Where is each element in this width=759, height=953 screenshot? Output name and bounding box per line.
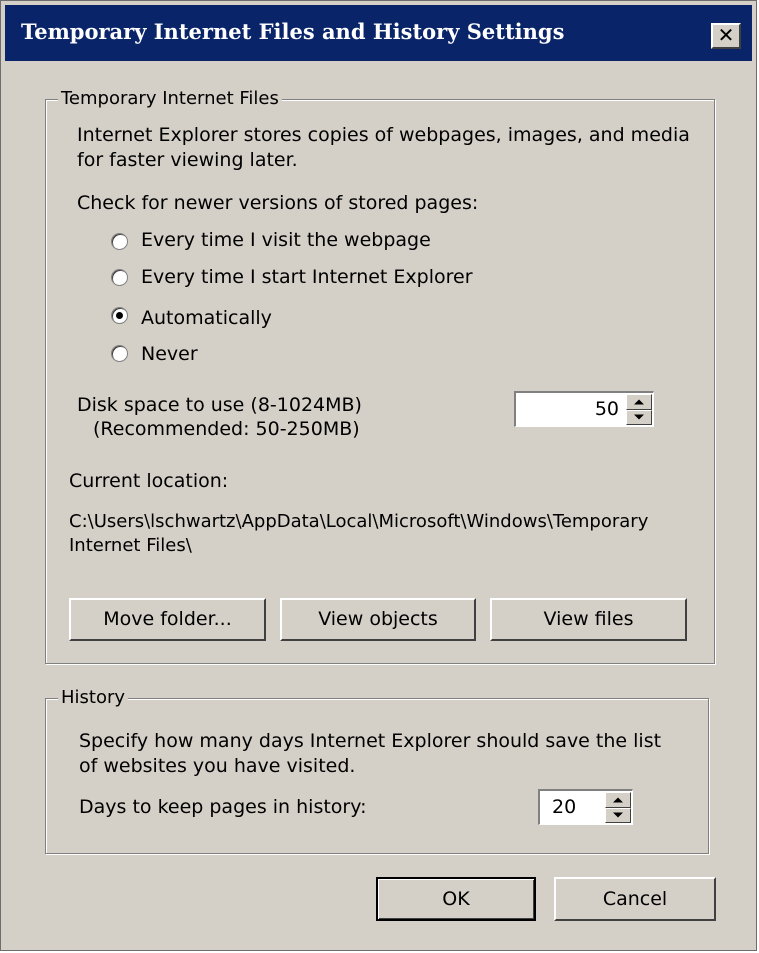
disk-space-recommended-label: (Recommended: 50-250MB) bbox=[93, 418, 360, 440]
days-to-keep-value[interactable]: 20 bbox=[552, 793, 576, 821]
radio-button-selected[interactable] bbox=[111, 307, 128, 324]
group-legend-history: History bbox=[58, 687, 129, 709]
history-description-line1: Specify how many days Internet Explorer … bbox=[79, 730, 662, 752]
disk-space-value[interactable]: 50 bbox=[595, 395, 619, 423]
radio-label[interactable]: Automatically bbox=[141, 306, 272, 331]
days-to-keep-label: Days to keep pages in history: bbox=[79, 796, 367, 818]
radio-label[interactable]: Never bbox=[141, 342, 198, 367]
radio-button[interactable] bbox=[111, 345, 128, 362]
radio-label[interactable]: Every time I visit the webpage bbox=[141, 228, 431, 253]
tif-description-line1: Internet Explorer stores copies of webpa… bbox=[77, 124, 690, 146]
view-objects-button[interactable]: View objects bbox=[280, 598, 476, 641]
close-button[interactable]: ✕ bbox=[711, 23, 741, 49]
dialog-window: Temporary Internet Files and History Set… bbox=[0, 0, 757, 951]
title-bar[interactable]: Temporary Internet Files and History Set… bbox=[5, 5, 752, 61]
tif-description-line2: for faster viewing later. bbox=[77, 149, 298, 171]
spin-down-button[interactable] bbox=[626, 409, 652, 425]
window-title: Temporary Internet Files and History Set… bbox=[21, 19, 565, 44]
radio-label[interactable]: Every time I start Internet Explorer bbox=[141, 265, 473, 290]
group-legend-tif: Temporary Internet Files bbox=[58, 88, 282, 110]
history-description-line2: of websites you have visited. bbox=[79, 755, 356, 777]
radio-button[interactable] bbox=[111, 269, 128, 286]
check-newer-versions-label: Check for newer versions of stored pages… bbox=[77, 192, 479, 214]
current-location-path-line2: Internet Files\ bbox=[69, 535, 192, 556]
disk-space-spinner[interactable]: 50 bbox=[514, 391, 654, 427]
cancel-button[interactable]: Cancel bbox=[554, 877, 716, 921]
temporary-internet-files-group: Temporary Internet Files bbox=[45, 88, 715, 664]
radio-button[interactable] bbox=[111, 233, 128, 250]
disk-space-label: Disk space to use (8-1024MB) bbox=[77, 394, 362, 416]
current-location-path-line1: C:\Users\lschwartz\AppData\Local\Microso… bbox=[69, 511, 649, 532]
view-files-button[interactable]: View files bbox=[490, 598, 687, 641]
spin-up-button[interactable] bbox=[605, 792, 631, 808]
spin-up-button[interactable] bbox=[626, 394, 652, 410]
days-to-keep-spinner[interactable]: 20 bbox=[538, 789, 633, 825]
ok-button[interactable]: OK bbox=[376, 877, 536, 921]
spin-down-button[interactable] bbox=[605, 807, 631, 823]
close-icon: ✕ bbox=[717, 23, 735, 47]
current-location-label: Current location: bbox=[69, 470, 229, 492]
move-folder-button[interactable]: Move folder... bbox=[69, 598, 266, 641]
